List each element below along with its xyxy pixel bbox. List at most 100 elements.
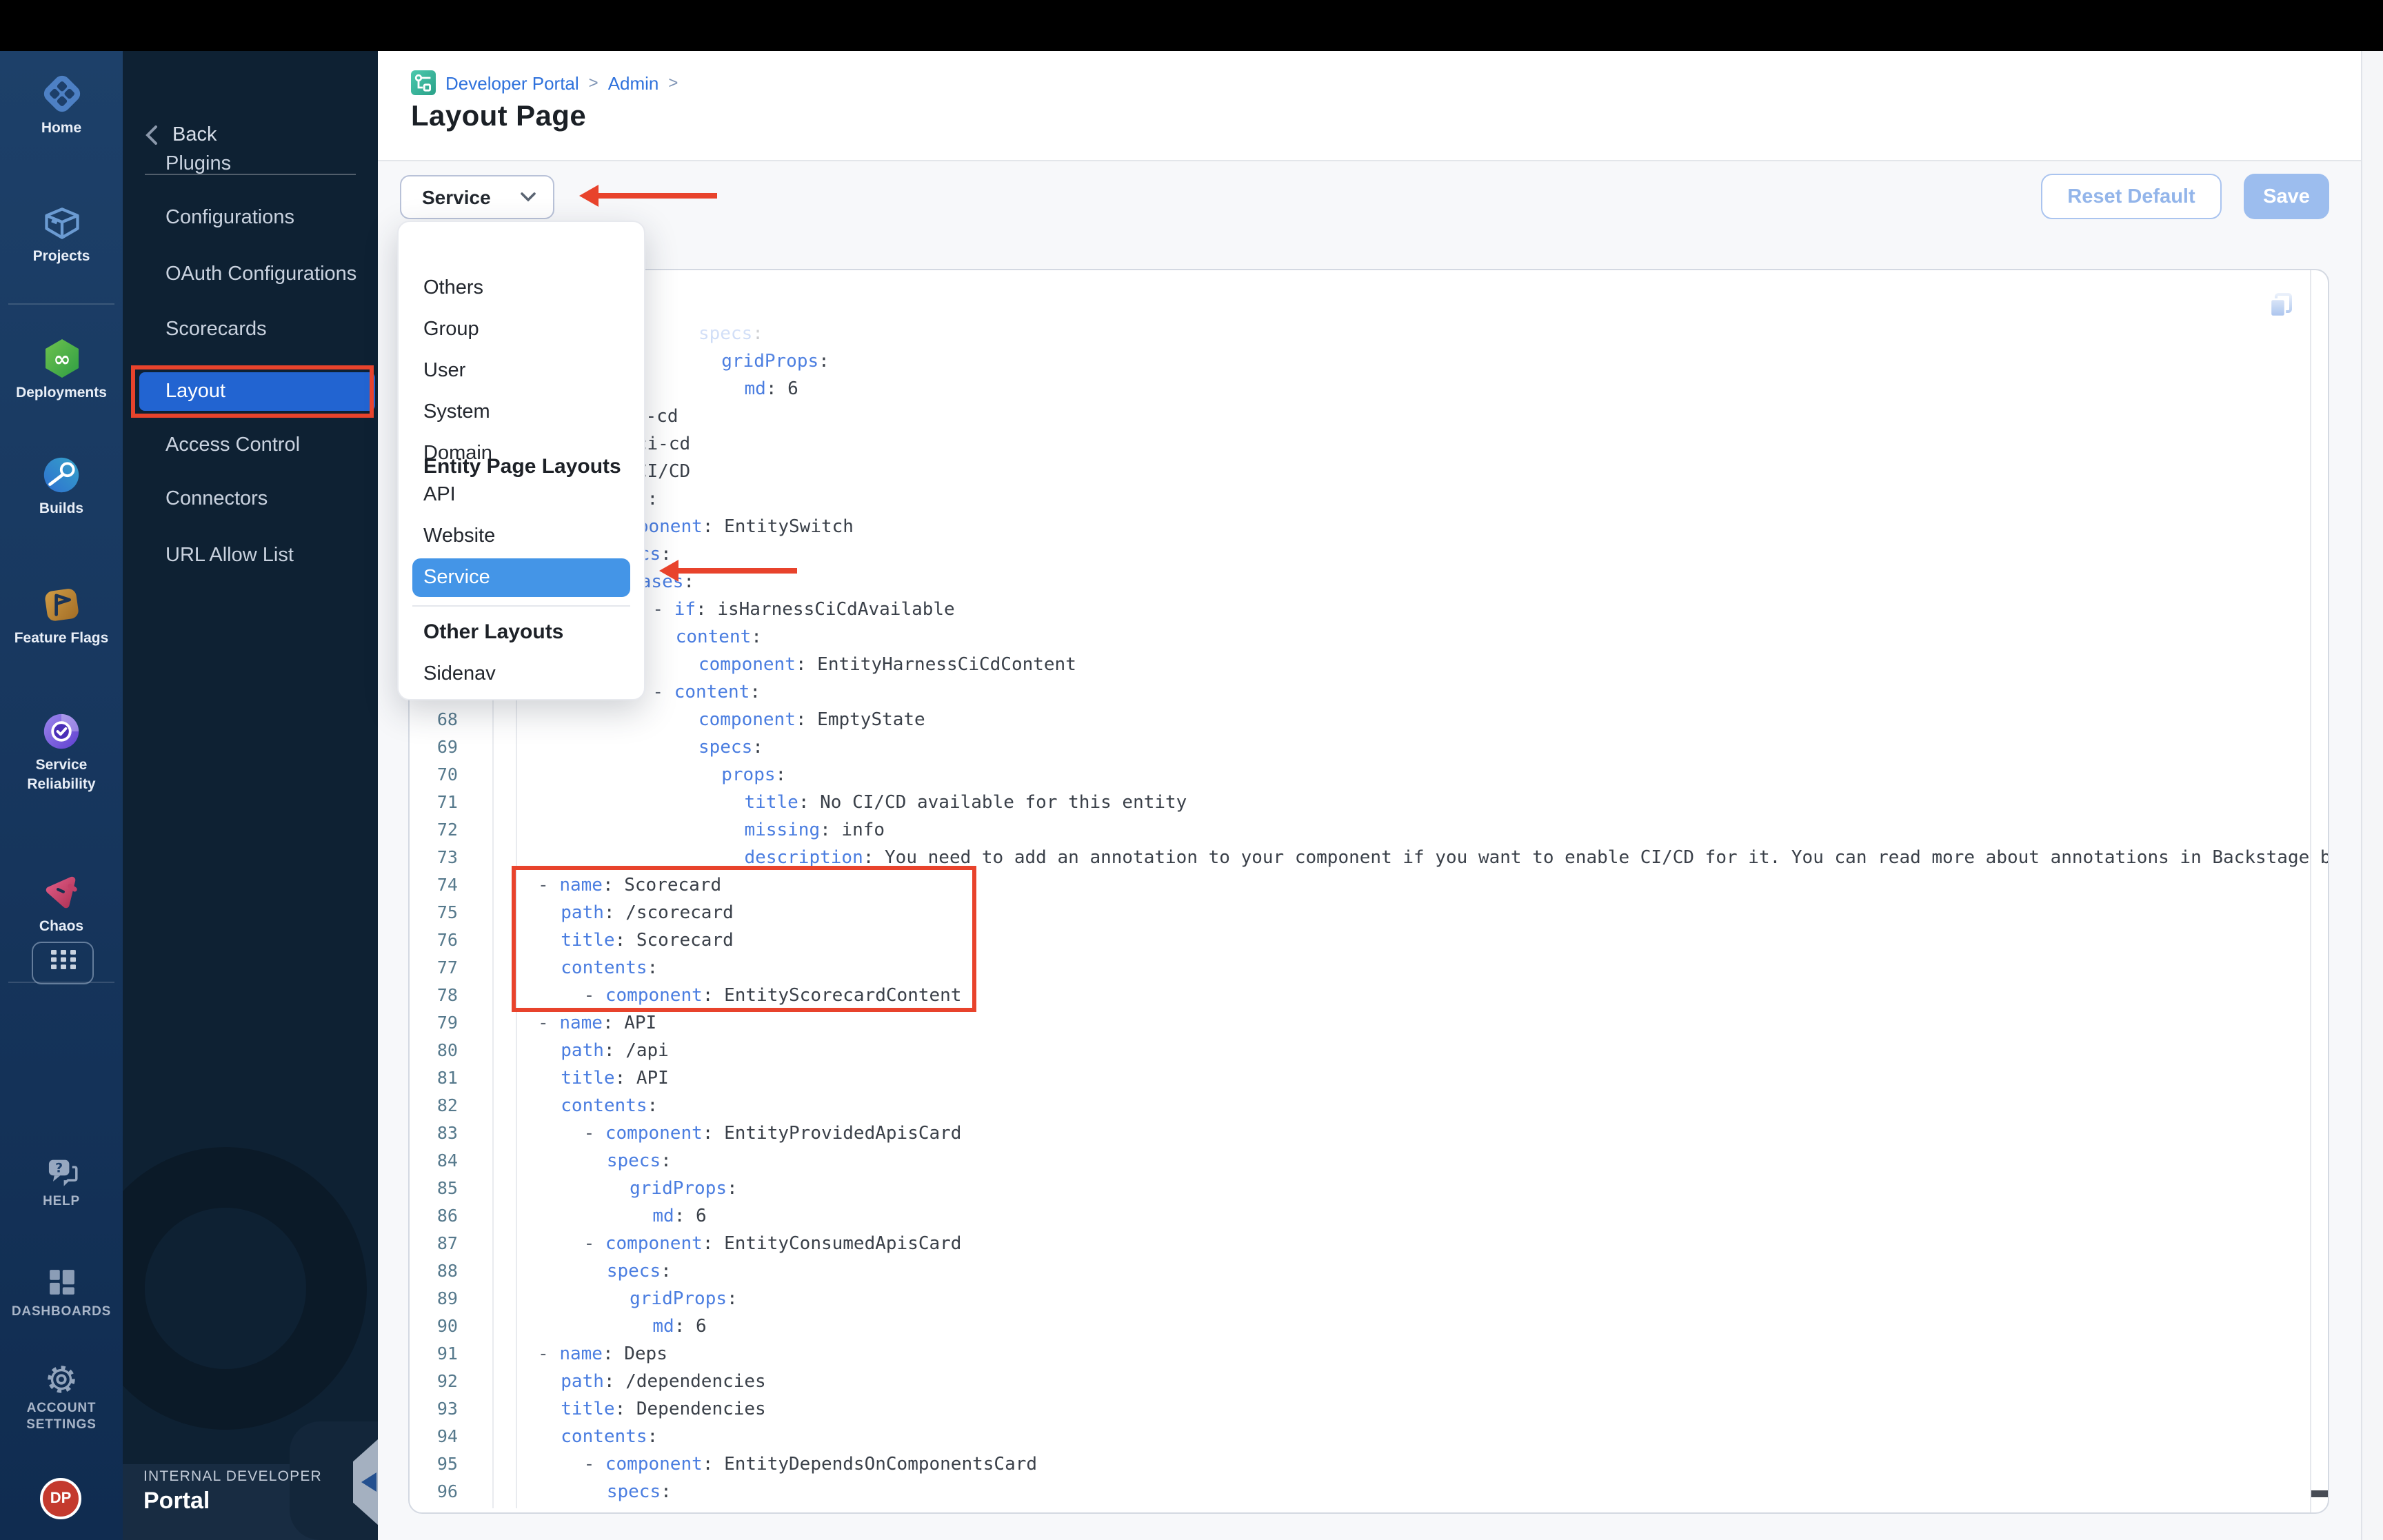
dropdown-item-domain[interactable]: Domain [423,433,619,474]
dropdown-section-header: Other Layouts [423,620,564,644]
code-line: 71 title: No CI/CD available for this ent… [410,789,2328,816]
dropdown-item-others[interactable]: Others [423,267,619,309]
collapse-left-icon [361,1472,376,1492]
line-number: 74 [436,874,458,895]
code-line: 65content: [410,623,2328,651]
dropdown-item-service[interactable]: Service [412,558,630,597]
dropdown-item-user[interactable]: User [423,350,619,392]
harness-icon-sidebar: Home Projects ∞ Deployments Builds Feature Fl… [0,51,123,1540]
code-line: 69 specs: [410,733,2328,761]
code-line: 55gridProps: [410,347,2328,375]
window-scrollbar[interactable] [2361,51,2383,1540]
sidebar-item-account-settings[interactable]: ACCOUNT SETTINGS [0,1361,123,1435]
sidebar-item-feature-flags[interactable]: Feature Flags [0,583,123,649]
line-number: 89 [436,1288,458,1308]
sidebar-item-dashboards[interactable]: DASHBOARDS [0,1264,123,1321]
dropdown-item-group[interactable]: Group [423,309,619,350]
rail-item-label: Home [41,120,82,136]
breadcrumb-separator: > [668,73,678,92]
code-line: 90 md: 6 [410,1313,2328,1340]
code-line: 85 gridProps: [410,1175,2328,1202]
reset-default-button[interactable]: Reset Default [2041,174,2222,219]
sidebar-item-oauth-configurations[interactable]: OAuth Configurations [165,254,356,295]
sidebar-footer-title: Portal [143,1488,210,1514]
dropdown-item-api[interactable]: API [423,474,619,516]
code-line: 59title: CI/CD [410,458,2328,485]
chevron-left-icon [145,125,157,145]
code-line: 83- component: EntityProvidedApisCard [410,1119,2328,1147]
line-number: 76 [436,929,458,950]
code-line: 91- name: Deps [410,1340,2328,1368]
annotation-arrow-service-item [659,560,797,582]
code-line: 93 title: Dependencies [410,1395,2328,1423]
apps-grid-icon [50,950,75,976]
rail-item-label: Chaos [39,918,84,935]
breadcrumb-developer-portal[interactable]: Developer Portal [445,72,579,93]
sidebar-item-connectors[interactable]: Connectors [165,478,268,520]
rail-divider [8,303,114,305]
line-number: 71 [436,791,458,812]
code-line: 70 props: [410,761,2328,789]
line-number: 72 [436,819,458,840]
app-window: Home Projects ∞ Deployments Builds Feature Fl… [0,0,2383,1540]
sidebar-item-plugins[interactable]: Plugins [165,143,231,185]
svg-text:∞: ∞ [53,347,70,372]
dropdown-item-system[interactable]: System [423,392,619,433]
code-line: 54specs: [410,320,2328,347]
code-line: 88 specs: [410,1257,2328,1285]
apps-grid-button[interactable] [32,942,94,984]
code-line: 64- if: isHarnessCiCdAvailable [410,596,2328,623]
code-line: 94 contents: [410,1423,2328,1450]
breadcrumb-admin[interactable]: Admin [608,72,659,93]
line-number: 82 [436,1095,458,1115]
line-number: 92 [436,1370,458,1391]
sidebar-item-projects[interactable]: Projects [0,203,123,267]
rail-item-label: Service Reliability [27,757,96,793]
entity-layouts-dropdown-menu: Entity Page Layouts Others Group User Syste… [397,221,645,700]
annotation-box-layout-nav [131,365,374,418]
dropdown-item-website[interactable]: Website [423,516,619,557]
line-number: 96 [436,1481,458,1501]
sidebar-item-configurations[interactable]: Configurations [165,197,294,239]
line-number: 75 [436,902,458,922]
sidebar-item-chaos[interactable]: Chaos [0,871,123,937]
save-button[interactable]: Save [2244,174,2329,219]
user-avatar[interactable]: DP [40,1478,81,1519]
sidebar-item-help[interactable]: ? HELP [0,1154,123,1211]
rail-item-label: Builds [39,500,84,517]
rail-item-label: DASHBOARDS [11,1304,112,1319]
code-line: 80 path: /api [410,1037,2328,1064]
line-number: 77 [436,957,458,977]
sidebar-watermark-ring [123,1147,367,1430]
line-number: 78 [436,984,458,1005]
window-top-bar [0,0,2383,51]
copy-icon[interactable] [2267,291,2295,318]
code-line: 92 path: /dependencies [410,1368,2328,1395]
sidebar-item-access-control[interactable]: Access Control [165,425,300,466]
page-header: Developer Portal > Admin > Layout Page [378,51,2383,160]
breadcrumb: Developer Portal > Admin > [411,70,678,95]
code-line: 89 gridProps: [410,1285,2328,1313]
code-line: 87- component: EntityConsumedApisCard [410,1230,2328,1257]
code-line: 62specs: [410,540,2328,568]
line-number: 70 [436,764,458,784]
dropdown-item-sidenav[interactable]: Sidenav [423,654,619,695]
line-number: 69 [436,736,458,757]
line-number: 90 [436,1315,458,1336]
code-line: 95- component: EntityDependsOnComponents… [410,1450,2328,1478]
sidebar-item-builds[interactable]: Builds [0,454,123,519]
sidebar-item-service-reliability[interactable]: Service Reliability [0,710,123,795]
sidebar-item-scorecards[interactable]: Scorecards [165,309,267,350]
editor-scrollbar-thumb[interactable] [2311,1490,2328,1497]
code-line: 61- component: EntitySwitch [410,513,2328,540]
sidebar-item-home[interactable]: Home [0,72,123,139]
rail-item-label: Deployments [16,385,107,401]
sidebar-item-deployments[interactable]: ∞ Deployments [0,336,123,403]
code-line: 67- content: [410,678,2328,706]
entity-type-select[interactable]: Service [400,175,554,219]
dropdown-divider [412,605,630,607]
sidebar-item-url-allow-list[interactable]: URL Allow List [165,535,294,576]
admin-sidebar: Back Plugins Configurations OAuth Configur… [123,51,378,1540]
line-number: 85 [436,1177,458,1198]
line-number: 80 [436,1040,458,1060]
